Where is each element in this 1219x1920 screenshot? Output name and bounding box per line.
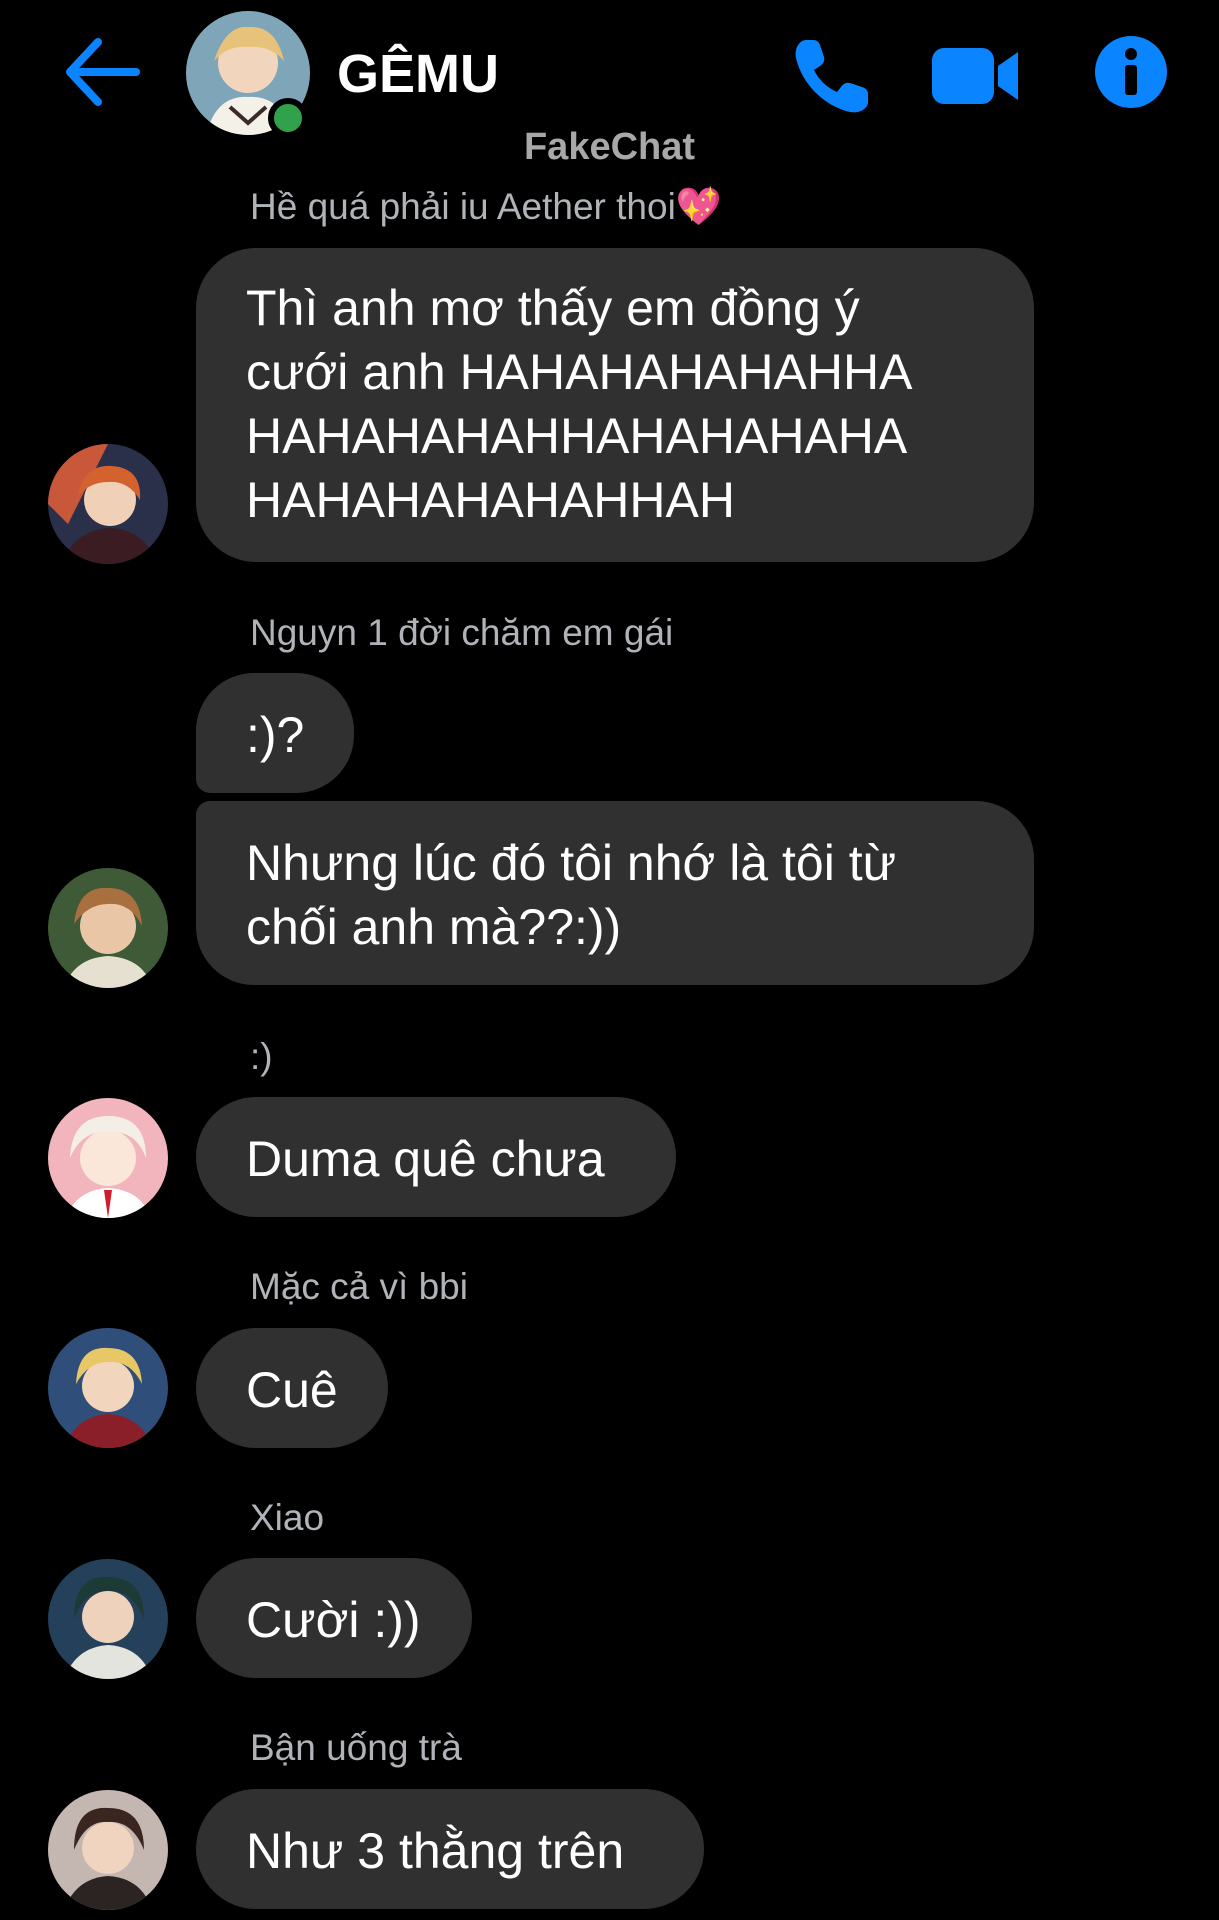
message-bubble[interactable]: Thì anh mơ thấy em đồng ý cưới anh HAHAH…	[196, 248, 1034, 562]
sender-avatar[interactable]	[48, 1328, 168, 1448]
sender-avatar[interactable]	[48, 868, 168, 988]
watermark-label: FakeChat	[523, 126, 696, 168]
video-call-button[interactable]	[930, 44, 1020, 108]
video-camera-icon	[932, 48, 1018, 104]
chat-header: GÊMU FakeChat	[0, 0, 1219, 168]
info-button[interactable]	[1093, 34, 1169, 110]
message-bubble[interactable]: Cười :))	[196, 1558, 472, 1678]
sender-name: Hề quá phải iu Aether thoi💖	[250, 186, 722, 227]
message-bubble[interactable]: Cuê	[196, 1328, 388, 1448]
chat-title[interactable]: GÊMU	[337, 44, 499, 104]
phone-icon	[795, 40, 868, 113]
sender-name: Bận uống trà	[250, 1727, 462, 1768]
sender-avatar[interactable]	[48, 444, 168, 564]
sender-name: :)	[250, 1036, 273, 1077]
message-bubble[interactable]: Duma quê chưa	[196, 1097, 676, 1217]
sender-avatar[interactable]	[48, 1790, 168, 1910]
sender-avatar[interactable]	[48, 1559, 168, 1679]
call-button[interactable]	[788, 34, 874, 120]
sender-name: Mặc cả vì bbi	[250, 1266, 468, 1307]
info-icon	[1095, 36, 1167, 108]
message-bubble[interactable]: :)?	[196, 673, 354, 793]
sender-avatar[interactable]	[48, 1098, 168, 1218]
sender-name: Xiao	[250, 1497, 325, 1538]
message-bubble[interactable]: Nhưng lúc đó tôi nhớ là tôi từ chối anh …	[196, 801, 1034, 985]
arrow-left-icon	[66, 38, 140, 106]
back-button[interactable]	[62, 36, 142, 108]
message-bubble[interactable]: Như 3 thằng trên	[196, 1789, 704, 1909]
sender-name: Nguyn 1 đời chăm em gái	[250, 612, 674, 653]
